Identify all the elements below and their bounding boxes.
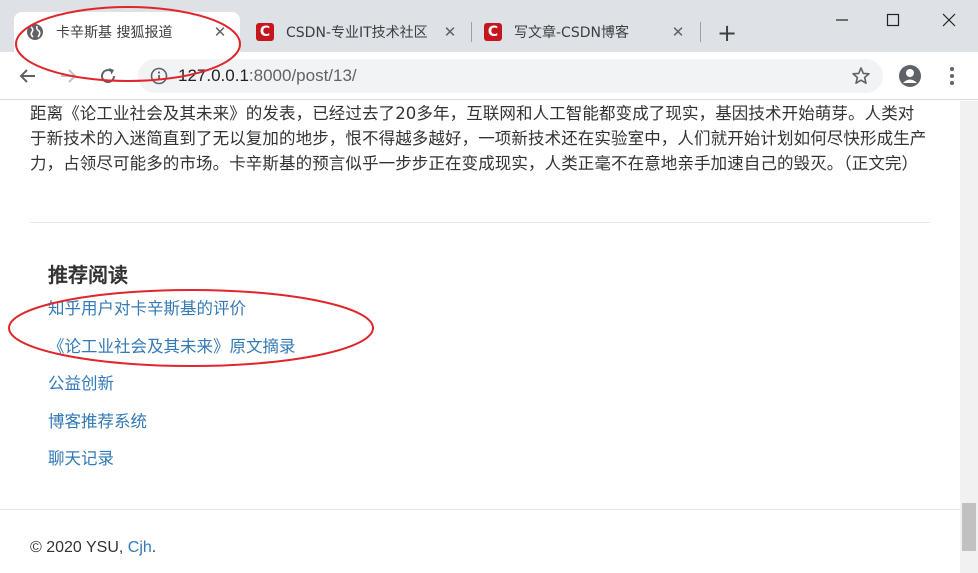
account-icon xyxy=(899,65,921,87)
tab-title: 写文章-CSDN博客 xyxy=(514,25,629,41)
recommend-link[interactable]: 公益创新 xyxy=(48,374,114,393)
reload-button[interactable] xyxy=(94,62,122,90)
back-button[interactable] xyxy=(14,62,42,90)
tab-title: CSDN-专业IT技术社区 xyxy=(286,25,428,41)
tab-csdn-write[interactable]: C 写文章-CSDN博客 ✕ xyxy=(472,12,698,52)
tab-sohu-report[interactable]: 卡辛斯基 搜狐报道 ✕ xyxy=(14,12,240,52)
bookmark-star-icon[interactable] xyxy=(851,66,871,86)
address-bar[interactable]: 127.0.0.1:8000/post/13/ xyxy=(138,59,883,93)
copyright-text: © 2020 YSU, xyxy=(30,539,128,556)
page-content: 距离《论工业社会及其未来》的发表，已经过去了20多年，互联网和人工智能都变成了现… xyxy=(0,101,960,573)
browser-toolbar: 127.0.0.1:8000/post/13/ xyxy=(0,52,978,100)
close-tab-icon[interactable]: ✕ xyxy=(442,24,458,40)
csdn-icon: C xyxy=(484,23,502,41)
close-icon xyxy=(942,13,956,27)
article-paragraph: 距离《论工业社会及其未来》的发表，已经过去了20多年，互联网和人工智能都变成了现… xyxy=(30,104,927,173)
recommend-link[interactable]: 知乎用户对卡辛斯基的评价 xyxy=(48,299,246,318)
list-item: 公益创新 xyxy=(48,372,296,410)
footer-divider xyxy=(0,509,960,510)
recommend-link[interactable]: 博客推荐系统 xyxy=(48,412,147,431)
author-link[interactable]: Cjh xyxy=(128,539,152,556)
url-text[interactable]: 127.0.0.1:8000/post/13/ xyxy=(178,65,357,87)
scrollbar-thumb[interactable] xyxy=(962,503,976,551)
forward-button[interactable] xyxy=(54,62,82,90)
info-icon[interactable] xyxy=(150,67,168,85)
csdn-icon: C xyxy=(256,23,274,41)
divider xyxy=(30,222,930,223)
recommend-heading: 推荐阅读 xyxy=(48,263,128,287)
vertical-scrollbar[interactable] xyxy=(960,101,978,573)
tab-title: 卡辛斯基 搜狐报道 xyxy=(56,25,173,41)
tab-csdn-home[interactable]: C CSDN-专业IT技术社区 ✕ xyxy=(244,12,470,52)
close-tab-icon[interactable]: ✕ xyxy=(670,24,686,40)
list-item: 知乎用户对卡辛斯基的评价 xyxy=(48,297,296,335)
recommend-list: 知乎用户对卡辛斯基的评价 《论工业社会及其未来》原文摘录 公益创新 博客推荐系统… xyxy=(48,297,296,485)
maximize-button[interactable] xyxy=(868,0,918,40)
reload-icon xyxy=(101,68,116,84)
profile-button[interactable] xyxy=(896,62,924,90)
list-item: 博客推荐系统 xyxy=(48,410,296,448)
footer: © 2020 YSU, Cjh. xyxy=(30,539,156,557)
minimize-icon xyxy=(836,19,848,21)
close-window-button[interactable] xyxy=(924,0,974,40)
list-item: 《论工业社会及其未来》原文摘录 xyxy=(48,335,296,373)
menu-button[interactable] xyxy=(938,62,966,90)
list-item: 聊天记录 xyxy=(48,447,296,485)
recommend-link[interactable]: 聊天记录 xyxy=(48,449,114,468)
tab-separator xyxy=(700,22,701,42)
url-host: 127.0.0.1 xyxy=(178,66,249,85)
maximize-icon xyxy=(886,13,900,27)
minimize-button[interactable] xyxy=(817,0,867,40)
globe-icon xyxy=(26,23,44,41)
url-path: :8000/post/13/ xyxy=(248,66,357,85)
back-arrow-icon xyxy=(19,69,35,83)
more-vert-icon xyxy=(950,67,954,85)
new-tab-button[interactable]: + xyxy=(713,20,741,48)
forward-arrow-icon xyxy=(61,69,77,83)
footer-period: . xyxy=(151,539,157,556)
close-tab-icon[interactable]: ✕ xyxy=(212,24,228,40)
recommend-link[interactable]: 《论工业社会及其未来》原文摘录 xyxy=(48,337,296,356)
tab-strip: 卡辛斯基 搜狐报道 ✕ C CSDN-专业IT技术社区 ✕ C 写文章-CSDN… xyxy=(0,0,978,52)
